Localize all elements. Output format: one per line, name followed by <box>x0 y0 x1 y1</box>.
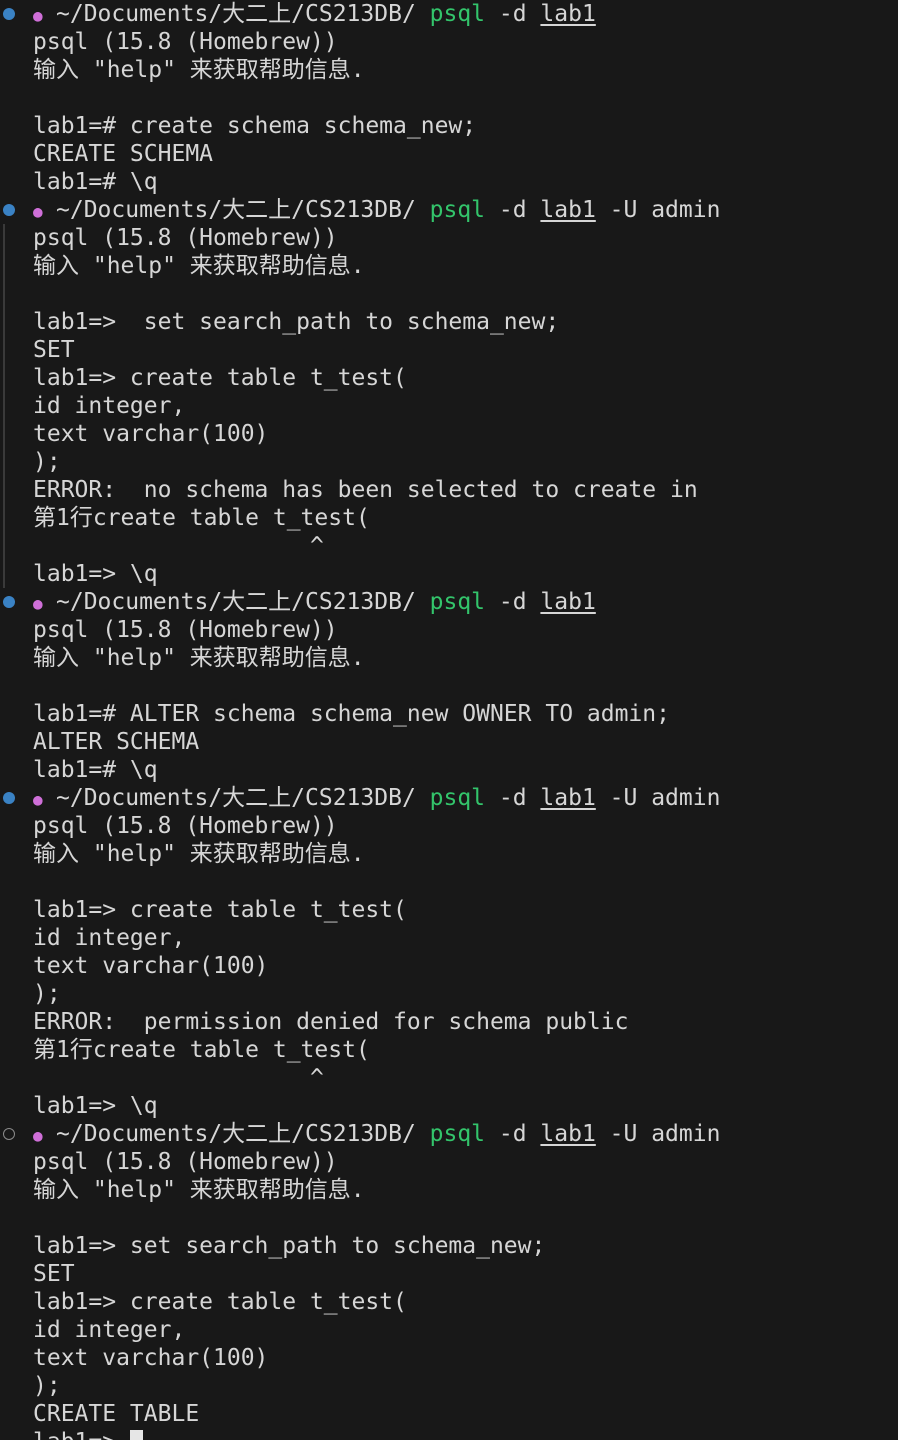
prompt-path: ~/Documents/大二上/CS213DB/ <box>56 589 430 615</box>
apple-icon: ● <box>33 6 43 25</box>
db-flag: -d <box>485 589 541 615</box>
db-flag: -d <box>485 1121 541 1147</box>
cursor <box>129 1430 143 1440</box>
session-block: ● ~/Documents/大二上/CS213DB/ psql -d lab1 ps… <box>0 588 898 784</box>
output-line: text varchar(100) <box>33 953 269 979</box>
output-line: SET <box>33 1261 75 1287</box>
psql-help-hint: 输入 "help" 来获取帮助信息. <box>33 57 365 83</box>
output-line: ); <box>33 981 61 1007</box>
user-flag: -U <box>595 197 652 223</box>
output-line: ); <box>33 449 61 475</box>
command-name: psql <box>429 197 486 223</box>
output-line: CREATE TABLE <box>33 1401 200 1427</box>
output-line: ^ <box>33 533 324 559</box>
db-flag: -d <box>485 1 541 27</box>
output-line: lab1=# create schema schema_new; <box>33 113 477 139</box>
command-name: psql <box>429 589 486 615</box>
db-argument: lab1 <box>540 589 596 615</box>
psql-version: psql (15.8 (Homebrew)) <box>33 29 338 55</box>
output-line: id integer, <box>33 1317 186 1343</box>
psql-help-hint: 输入 "help" 来获取帮助信息. <box>33 841 365 867</box>
command-name: psql <box>429 785 486 811</box>
user-argument: admin <box>651 1121 721 1147</box>
input-prompt: lab1=> <box>33 1429 130 1440</box>
db-argument: lab1 <box>540 1 596 27</box>
output-line: CREATE SCHEMA <box>33 141 214 167</box>
output-line: 第1行create table t_test( <box>33 1037 370 1063</box>
shell-prompt-line: ● ~/Documents/大二上/CS213DB/ psql -d lab1 <box>3 588 898 616</box>
shell-prompt-line: ● ~/Documents/大二上/CS213DB/ psql -d lab1 -… <box>3 196 898 224</box>
output-line: text varchar(100) <box>33 1345 269 1371</box>
command-status-dot[interactable] <box>3 204 15 216</box>
output-line: lab1=> create table t_test( <box>33 365 407 391</box>
db-flag: -d <box>485 785 541 811</box>
psql-version: psql (15.8 (Homebrew)) <box>33 617 338 643</box>
session-block: ● ~/Documents/大二上/CS213DB/ psql -d lab1 -… <box>0 196 898 588</box>
output-line: 第1行create table t_test( <box>33 505 370 531</box>
user-flag: -U <box>595 1121 652 1147</box>
psql-help-hint: 输入 "help" 来获取帮助信息. <box>33 253 365 279</box>
psql-version: psql (15.8 (Homebrew)) <box>33 813 338 839</box>
apple-icon: ● <box>33 1126 43 1145</box>
output-line: SET <box>33 337 75 363</box>
output-line: ); <box>33 1373 61 1399</box>
db-argument: lab1 <box>540 1121 596 1147</box>
command-name: psql <box>429 1121 486 1147</box>
output-line: ERROR: no schema has been selected to cr… <box>33 477 698 503</box>
command-status-dot[interactable] <box>3 792 15 804</box>
command-name: psql <box>429 1 486 27</box>
command-status-dot[interactable] <box>3 596 15 608</box>
output-line: ^ <box>33 1065 324 1091</box>
session-block: ● ~/Documents/大二上/CS213DB/ psql -d lab1 -… <box>0 784 898 1120</box>
output-line: lab1=> set search_path to schema_new; <box>33 309 560 335</box>
psql-help-hint: 输入 "help" 来获取帮助信息. <box>33 1177 365 1203</box>
session-block: ● ~/Documents/大二上/CS213DB/ psql -d lab1 ps… <box>0 0 898 196</box>
db-argument: lab1 <box>540 197 596 223</box>
prompt-path: ~/Documents/大二上/CS213DB/ <box>56 1121 430 1147</box>
prompt-path: ~/Documents/大二上/CS213DB/ <box>56 785 430 811</box>
psql-version: psql (15.8 (Homebrew)) <box>33 225 338 251</box>
output-line: lab1=> \q <box>33 1093 158 1119</box>
command-status-dot[interactable] <box>3 1128 15 1140</box>
shell-prompt-line: ● ~/Documents/大二上/CS213DB/ psql -d lab1 -… <box>3 1120 898 1148</box>
psql-version: psql (15.8 (Homebrew)) <box>33 1149 338 1175</box>
user-argument: admin <box>651 197 721 223</box>
output-line: lab1=> create table t_test( <box>33 1289 407 1315</box>
apple-icon: ● <box>33 202 43 221</box>
output-line: lab1=# \q <box>33 757 158 783</box>
output-line: lab1=> set search_path to schema_new; <box>33 1233 546 1259</box>
output-line: lab1=> \q <box>33 561 158 587</box>
output-line: lab1=# ALTER schema schema_new OWNER TO … <box>33 701 670 727</box>
apple-icon: ● <box>33 790 43 809</box>
prompt-path: ~/Documents/大二上/CS213DB/ <box>56 1 430 27</box>
user-flag: -U <box>595 785 652 811</box>
output-line: lab1=> create table t_test( <box>33 897 407 923</box>
psql-help-hint: 输入 "help" 来获取帮助信息. <box>33 645 365 671</box>
output-line: lab1=# \q <box>33 169 158 195</box>
output-line: ERROR: permission denied for schema publ… <box>33 1009 629 1035</box>
output-line: id integer, <box>33 393 186 419</box>
shell-prompt-line: ● ~/Documents/大二上/CS213DB/ psql -d lab1 <box>3 0 898 28</box>
apple-icon: ● <box>33 594 43 613</box>
shell-prompt-line: ● ~/Documents/大二上/CS213DB/ psql -d lab1 -… <box>3 784 898 812</box>
db-flag: -d <box>485 197 541 223</box>
db-argument: lab1 <box>540 785 596 811</box>
user-argument: admin <box>651 785 721 811</box>
output-line: id integer, <box>33 925 186 951</box>
command-status-dot[interactable] <box>3 8 15 20</box>
terminal-window[interactable]: ● ~/Documents/大二上/CS213DB/ psql -d lab1 ps… <box>0 0 898 1440</box>
session-block: ● ~/Documents/大二上/CS213DB/ psql -d lab1 -… <box>0 1120 898 1440</box>
output-line: ALTER SCHEMA <box>33 729 200 755</box>
prompt-path: ~/Documents/大二上/CS213DB/ <box>56 197 430 223</box>
active-input-line[interactable]: lab1=> <box>33 1428 898 1440</box>
output-line: text varchar(100) <box>33 421 269 447</box>
